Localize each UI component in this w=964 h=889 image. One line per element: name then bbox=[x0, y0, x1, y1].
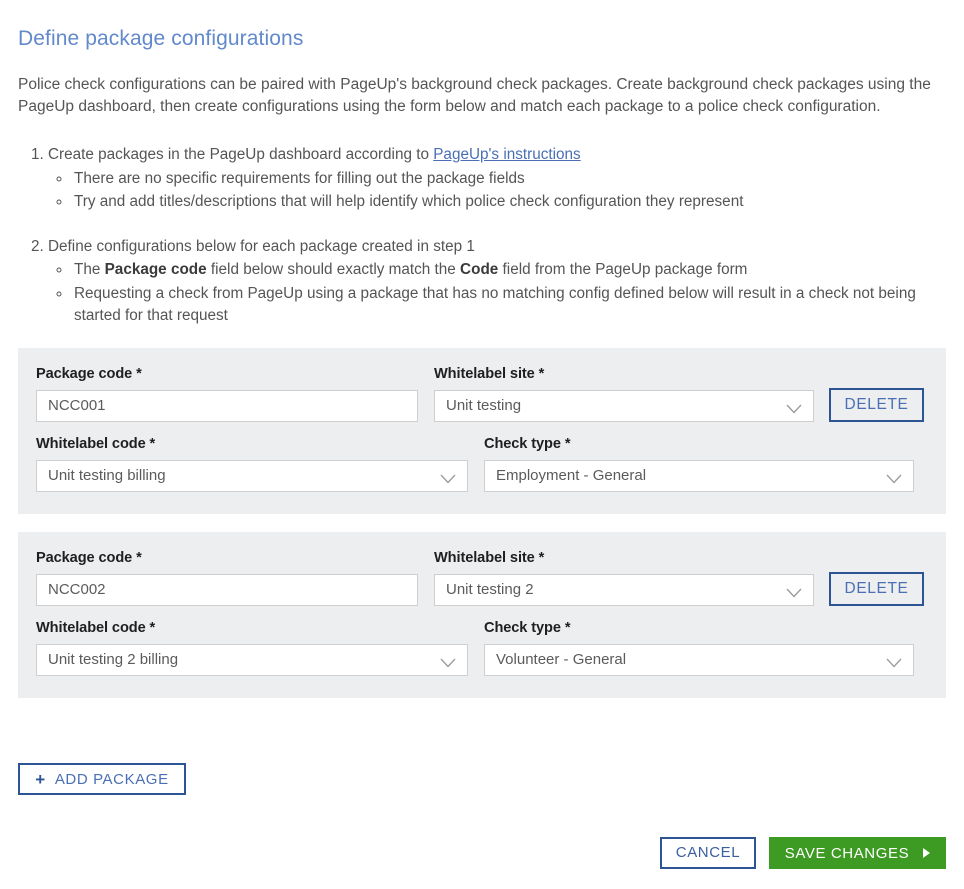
intro-paragraph: Police check configurations can be paire… bbox=[18, 74, 934, 119]
chevron-down-icon bbox=[786, 401, 802, 411]
check-type-select[interactable]: Employment - General bbox=[484, 460, 914, 492]
save-changes-button[interactable]: SAVE CHANGES bbox=[769, 837, 946, 869]
plus-icon: + bbox=[35, 771, 46, 788]
chevron-down-icon bbox=[786, 585, 802, 595]
add-package-label: ADD PACKAGE bbox=[55, 771, 169, 788]
whitelabel-site-label: Whitelabel site * bbox=[434, 366, 814, 383]
page-title: Define package configurations bbox=[18, 25, 303, 53]
step-1-text: Create packages in the PageUp dashboard … bbox=[48, 146, 433, 163]
steps-list: Create packages in the PageUp dashboard … bbox=[18, 144, 948, 328]
package-code-value: NCC001 bbox=[37, 391, 106, 421]
whitelabel-site-select[interactable]: Unit testing bbox=[434, 390, 814, 422]
package-code-input[interactable]: NCC001 bbox=[36, 390, 418, 422]
package-card: Package code * NCC001 Whitelabel site * … bbox=[18, 348, 946, 514]
whitelabel-site-value: Unit testing bbox=[435, 391, 521, 421]
step-1-substep-2: Try and add titles/descriptions that wil… bbox=[72, 191, 948, 214]
whitelabel-site-label: Whitelabel site * bbox=[434, 550, 814, 567]
card-row-2: Whitelabel code * Unit testing 2 billing… bbox=[36, 620, 928, 676]
step-2-substep-1: The Package code field below should exac… bbox=[72, 259, 948, 282]
delete-package-button[interactable]: DELETE bbox=[829, 572, 924, 606]
step-1: Create packages in the PageUp dashboard … bbox=[48, 144, 948, 214]
check-type-value: Employment - General bbox=[485, 461, 646, 491]
substep-bold-package-code: Package code bbox=[105, 261, 207, 278]
whitelabel-code-value: Unit testing billing bbox=[37, 461, 166, 491]
save-changes-label: SAVE CHANGES bbox=[785, 845, 909, 862]
check-type-field: Check type * Employment - General bbox=[484, 436, 914, 492]
arrow-right-icon bbox=[923, 848, 930, 858]
step-2-substep-2: Requesting a check from PageUp using a p… bbox=[72, 283, 948, 328]
whitelabel-site-field: Whitelabel site * Unit testing 2 bbox=[434, 550, 814, 606]
check-type-label: Check type * bbox=[484, 620, 914, 637]
whitelabel-code-label: Whitelabel code * bbox=[36, 620, 468, 637]
instructions-section: Create packages in the PageUp dashboard … bbox=[18, 144, 948, 328]
delete-package-button[interactable]: DELETE bbox=[829, 388, 924, 422]
whitelabel-code-field: Whitelabel code * Unit testing 2 billing bbox=[36, 620, 468, 676]
substep-text-1a: The bbox=[74, 261, 105, 278]
package-cards: Package code * NCC001 Whitelabel site * … bbox=[18, 348, 946, 698]
check-type-label: Check type * bbox=[484, 436, 914, 453]
whitelabel-code-value: Unit testing 2 billing bbox=[37, 645, 178, 675]
step-1-substeps: There are no specific requirements for f… bbox=[48, 168, 948, 214]
cancel-button[interactable]: CANCEL bbox=[660, 837, 756, 869]
substep-bold-code: Code bbox=[460, 261, 498, 278]
package-code-field: Package code * NCC002 bbox=[36, 550, 418, 606]
package-code-field: Package code * NCC001 bbox=[36, 366, 418, 422]
step-1-substep-1: There are no specific requirements for f… bbox=[72, 168, 948, 191]
chevron-down-icon bbox=[886, 655, 902, 665]
substep-text-1b: field below should exactly match the bbox=[207, 261, 460, 278]
substep-text-1c: field from the PageUp package form bbox=[498, 261, 747, 278]
check-type-select[interactable]: Volunteer - General bbox=[484, 644, 914, 676]
footer-actions: CANCEL SAVE CHANGES bbox=[660, 837, 946, 869]
package-code-input[interactable]: NCC002 bbox=[36, 574, 418, 606]
step-2-text: Define configurations below for each pac… bbox=[48, 238, 475, 255]
whitelabel-site-field: Whitelabel site * Unit testing bbox=[434, 366, 814, 422]
check-type-value: Volunteer - General bbox=[485, 645, 626, 675]
chevron-down-icon bbox=[440, 471, 456, 481]
add-package-button[interactable]: + ADD PACKAGE bbox=[18, 763, 186, 795]
pageup-instructions-link[interactable]: PageUp's instructions bbox=[433, 146, 580, 163]
whitelabel-code-field: Whitelabel code * Unit testing billing bbox=[36, 436, 468, 492]
package-code-label: Package code * bbox=[36, 550, 418, 567]
package-code-value: NCC002 bbox=[37, 575, 106, 605]
whitelabel-code-label: Whitelabel code * bbox=[36, 436, 468, 453]
card-row-2: Whitelabel code * Unit testing billing C… bbox=[36, 436, 928, 492]
card-row-1: Package code * NCC002 Whitelabel site * … bbox=[36, 550, 928, 606]
card-row-1: Package code * NCC001 Whitelabel site * … bbox=[36, 366, 928, 422]
chevron-down-icon bbox=[440, 655, 456, 665]
define-package-configurations-page: Define package configurations Police che… bbox=[0, 0, 964, 889]
whitelabel-code-select[interactable]: Unit testing 2 billing bbox=[36, 644, 468, 676]
step-2: Define configurations below for each pac… bbox=[48, 236, 948, 328]
check-type-field: Check type * Volunteer - General bbox=[484, 620, 914, 676]
chevron-down-icon bbox=[886, 471, 902, 481]
package-card: Package code * NCC002 Whitelabel site * … bbox=[18, 532, 946, 698]
whitelabel-code-select[interactable]: Unit testing billing bbox=[36, 460, 468, 492]
step-2-substeps: The Package code field below should exac… bbox=[48, 259, 948, 328]
whitelabel-site-value: Unit testing 2 bbox=[435, 575, 534, 605]
whitelabel-site-select[interactable]: Unit testing 2 bbox=[434, 574, 814, 606]
package-code-label: Package code * bbox=[36, 366, 418, 383]
